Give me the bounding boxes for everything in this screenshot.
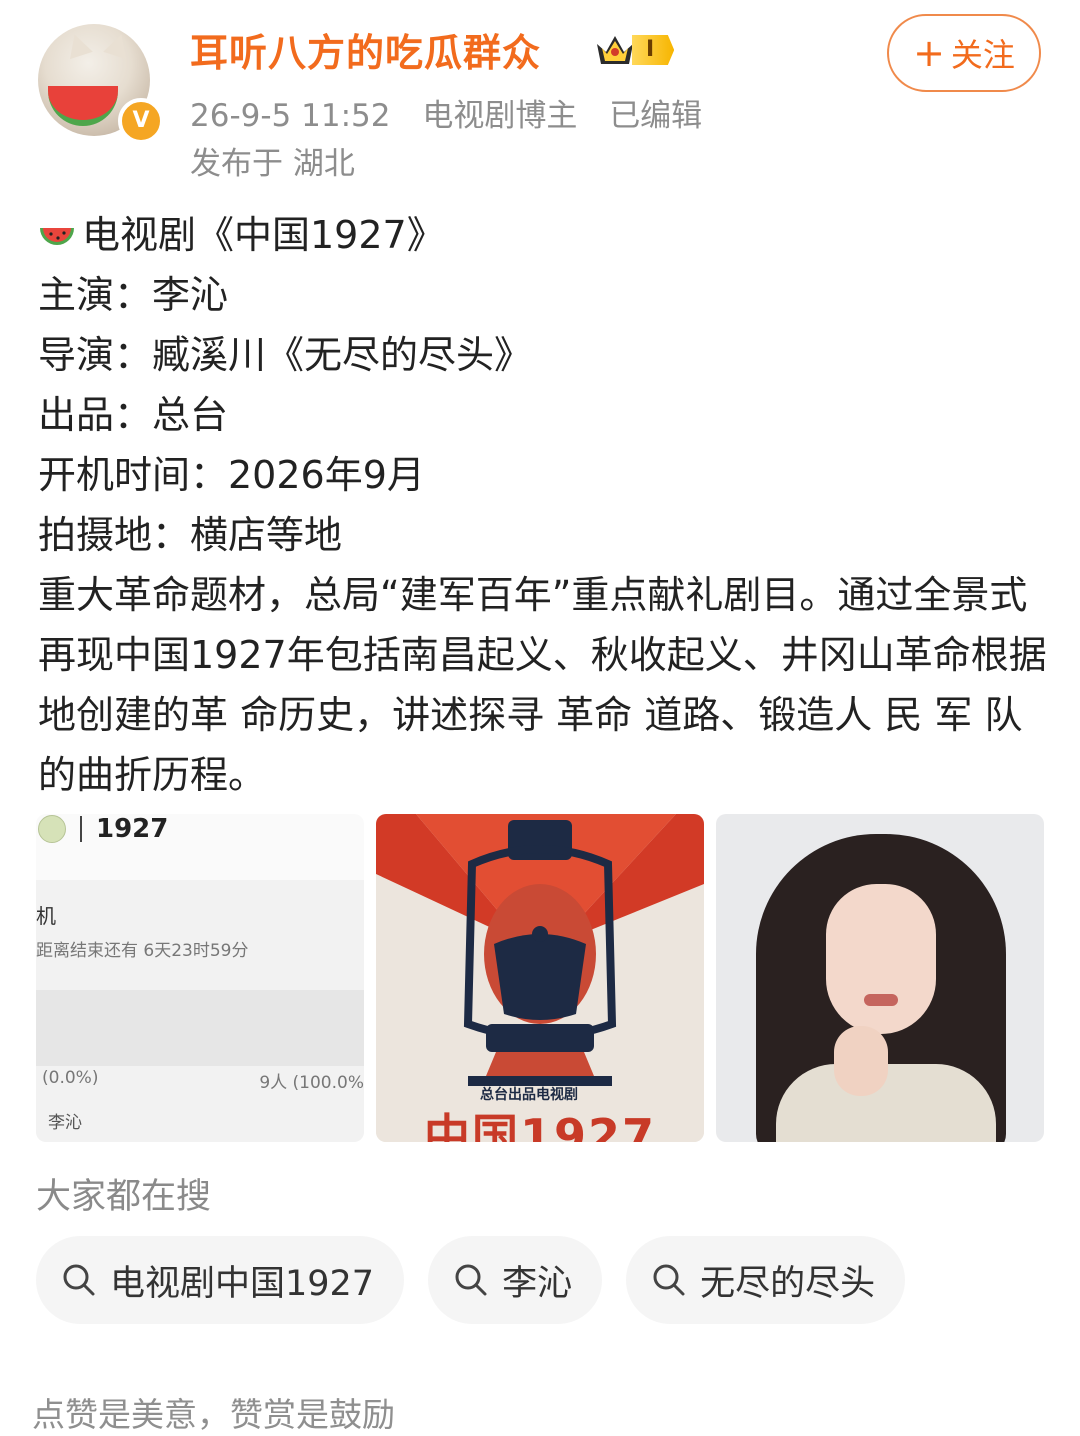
search-chip-label: 无尽的尽头	[700, 1263, 876, 1304]
poll-subtitle: 机	[36, 904, 56, 928]
image-grid: 1927 机 距离结束还有 6天23时59分 (0.0%) 9人 (100.0%…	[36, 814, 1044, 1142]
melon-icon	[38, 815, 66, 843]
poll-card: 机 距离结束还有 6天23时59分 (0.0%) 9人 (100.0% 李沁	[36, 880, 364, 1142]
post-location: 发布于 湖北	[190, 146, 355, 182]
post-meta: 26-9-5 11:52 电视剧博主 已编辑	[190, 90, 724, 135]
avatar[interactable]: V	[38, 24, 164, 144]
user-level-badge[interactable]: I	[594, 30, 675, 70]
poll-screenshot-image[interactable]: 1927 机 距离结束还有 6天23时59分 (0.0%) 9人 (100.0%…	[36, 814, 364, 1142]
username[interactable]: 耳听八方的吃瓜群众	[190, 22, 541, 77]
search-chip-label: 李沁	[502, 1263, 573, 1304]
post-line-producer: 出品：总台	[38, 393, 229, 437]
watermelon-icon	[40, 228, 74, 245]
poll-right-percent: 9人 (100.0%	[259, 1073, 364, 1093]
poll-bar	[36, 990, 364, 1066]
post-paragraph: 重大革命题材，总局“建军百年”重点献礼剧目。通过全景式再现中国1927年包括南昌…	[38, 573, 1047, 797]
search-chip-label: 电视剧中国1927	[110, 1263, 375, 1304]
verified-badge-icon: V	[118, 98, 164, 144]
follow-label: 关注	[950, 36, 1015, 74]
search-icon	[653, 1264, 685, 1296]
post-line-start-date: 开机时间：2026年9月	[38, 453, 425, 497]
crown-icon	[594, 30, 636, 70]
poster-image[interactable]: 总台出品电视剧 中国1927	[376, 814, 704, 1142]
author-tag: 电视剧博主	[422, 98, 578, 134]
plus-icon: +	[913, 31, 945, 75]
follow-button[interactable]: + 关注	[887, 14, 1041, 92]
poll-left-percent: (0.0%)	[42, 1068, 99, 1088]
trending-search-title: 大家都在搜	[36, 1177, 212, 1217]
search-chip[interactable]: 李沁	[428, 1236, 603, 1324]
reward-prompt: 点赞是美意，赞赏是鼓励	[32, 1395, 395, 1434]
search-icon	[63, 1264, 95, 1296]
post-text: 电视剧《中国1927》 主演：李沁 导演：臧溪川《无尽的尽头》 出品：总台 开机…	[38, 205, 1048, 805]
post-line-location: 拍摄地：横店等地	[38, 513, 343, 557]
poll-title: 1927	[96, 814, 169, 844]
post-timestamp: 26-9-5 11:52	[190, 98, 391, 134]
poll-option-name: 李沁	[48, 1113, 82, 1133]
search-chip[interactable]: 电视剧中国1927	[36, 1236, 405, 1324]
level-label: I	[632, 35, 675, 65]
trending-search-chips: 电视剧中国1927 李沁 无尽的尽头	[36, 1236, 906, 1324]
post-line-cast: 主演：李沁	[38, 273, 229, 317]
poster-title: 中国1927	[424, 1109, 657, 1142]
poll-countdown: 距离结束还有 6天23时59分	[36, 941, 249, 961]
search-icon	[455, 1264, 487, 1296]
actress-photo[interactable]	[716, 814, 1044, 1142]
edited-label[interactable]: 已编辑	[609, 98, 702, 134]
watermelon-icon	[48, 86, 118, 126]
poll-header: 1927	[38, 814, 168, 844]
search-chip[interactable]: 无尽的尽头	[626, 1236, 906, 1324]
post-line-director: 导演：臧溪川《无尽的尽头》	[38, 333, 533, 377]
post-line-title: 电视剧《中国1927》	[38, 205, 1048, 265]
